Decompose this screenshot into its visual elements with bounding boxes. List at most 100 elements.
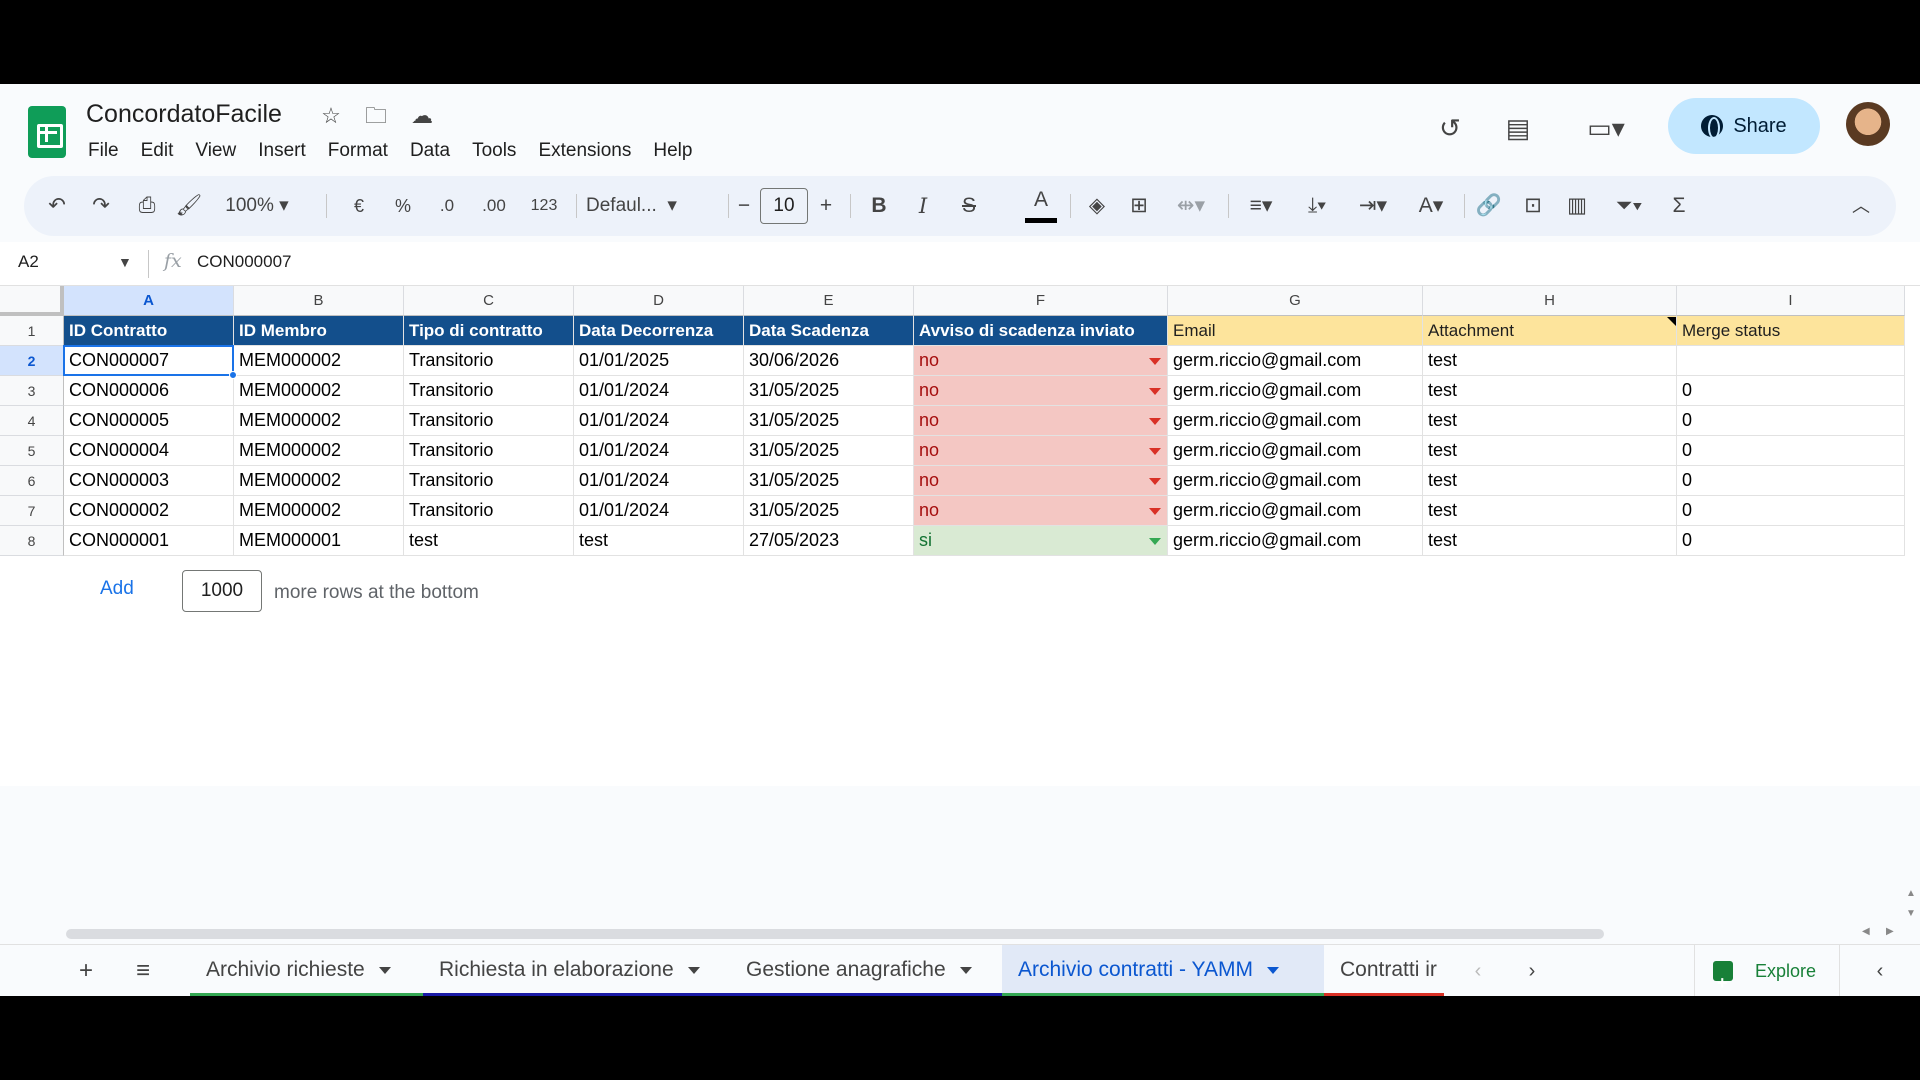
column-header-c[interactable]: C	[404, 286, 574, 316]
functions-button[interactable]: Σ	[1664, 190, 1694, 222]
menu-insert[interactable]: Insert	[247, 138, 317, 164]
table-cell[interactable]: germ.riccio@gmail.com	[1168, 526, 1423, 556]
header-cell[interactable]: ID Membro	[234, 316, 404, 346]
sheet-tab[interactable]: Gestione anagrafiche	[730, 945, 1002, 996]
cloud-status-icon[interactable]: ☁	[408, 102, 436, 130]
text-color-button[interactable]: A	[1024, 184, 1058, 216]
insert-chart-icon[interactable]: ▥	[1560, 190, 1594, 222]
table-cell[interactable]: 01/01/2024	[574, 406, 744, 436]
currency-button[interactable]: €	[344, 190, 374, 222]
table-cell[interactable]: Transitorio	[404, 466, 574, 496]
row-header-6[interactable]: 6	[0, 466, 64, 496]
dropdown-cell[interactable]: no	[914, 406, 1168, 436]
table-cell[interactable]: CON000001	[64, 526, 234, 556]
table-cell[interactable]: MEM000002	[234, 436, 404, 466]
italic-button[interactable]: I	[908, 190, 938, 222]
table-cell[interactable]: test	[1423, 346, 1677, 376]
menu-edit[interactable]: Edit	[130, 138, 185, 164]
font-size-decrease-button[interactable]: −	[732, 190, 756, 222]
font-select[interactable]: Defaul... ▾	[586, 190, 716, 222]
dropdown-arrow-icon[interactable]	[1149, 478, 1161, 485]
table-cell[interactable]: 01/01/2024	[574, 436, 744, 466]
column-header-g[interactable]: G	[1168, 286, 1423, 316]
meet-icon[interactable]: ▭▾	[1578, 110, 1634, 146]
scroll-left-icon[interactable]: ◀	[1862, 926, 1870, 937]
font-size-input[interactable]: 10	[760, 188, 808, 224]
add-rows-count-input[interactable]: 1000	[182, 570, 262, 612]
horizontal-scrollbar[interactable]	[64, 926, 1604, 940]
insert-link-icon[interactable]: 🔗	[1472, 190, 1506, 222]
column-header-e[interactable]: E	[744, 286, 914, 316]
table-cell[interactable]: Transitorio	[404, 376, 574, 406]
add-sheet-icon[interactable]: +	[68, 955, 104, 987]
table-cell[interactable]: CON000003	[64, 466, 234, 496]
sheet-tab[interactable]: Contratti ir	[1324, 945, 1444, 996]
avatar[interactable]	[1846, 102, 1890, 146]
table-cell[interactable]: test	[574, 526, 744, 556]
dropdown-cell[interactable]: no	[914, 376, 1168, 406]
menu-tools[interactable]: Tools	[461, 138, 527, 164]
table-cell[interactable]: CON000005	[64, 406, 234, 436]
table-cell[interactable]: 31/05/2025	[744, 466, 914, 496]
sheet-grid[interactable]: A B C D E F G H I 1 2 3 4 5 6 7 8 ID Contratto ID Membro Ti…	[0, 286, 1920, 786]
dropdown-cell[interactable]: no	[914, 346, 1168, 376]
table-cell[interactable]: 0	[1677, 526, 1905, 556]
vertical-align-icon[interactable]: ⤓▾	[1292, 190, 1342, 222]
table-cell[interactable]: 31/05/2025	[744, 406, 914, 436]
merge-cells-icon[interactable]: ⇹▾	[1166, 190, 1216, 222]
chevron-down-icon[interactable]	[959, 966, 972, 974]
text-rotation-icon[interactable]: A▾	[1406, 190, 1456, 222]
header-cell[interactable]: Tipo di contratto	[404, 316, 574, 346]
sheets-logo[interactable]	[28, 106, 66, 158]
add-rows-button[interactable]: Add	[100, 578, 134, 600]
header-cell[interactable]: Data Scadenza	[744, 316, 914, 346]
table-cell[interactable]: 0	[1677, 496, 1905, 526]
header-cell[interactable]: Merge status	[1677, 316, 1905, 346]
table-cell[interactable]: 0	[1677, 376, 1905, 406]
filter-icon[interactable]: ⏷▾	[1604, 190, 1654, 222]
row-header-8[interactable]: 8	[0, 526, 64, 556]
table-cell[interactable]: CON000002	[64, 496, 234, 526]
horizontal-align-icon[interactable]: ≡▾	[1236, 190, 1286, 222]
dropdown-cell[interactable]: no	[914, 466, 1168, 496]
header-cell[interactable]: ID Contratto	[64, 316, 234, 346]
comments-icon[interactable]: ▤	[1500, 110, 1536, 146]
dropdown-arrow-icon[interactable]	[1149, 508, 1161, 515]
chevron-down-icon[interactable]	[378, 966, 391, 974]
fill-color-icon[interactable]: ◈	[1080, 190, 1114, 222]
decrease-decimal-button[interactable]: .0	[430, 190, 464, 222]
table-cell[interactable]: MEM000002	[234, 376, 404, 406]
chevron-down-icon[interactable]	[1266, 966, 1279, 974]
borders-icon[interactable]: ⊞	[1122, 190, 1156, 222]
dropdown-arrow-icon[interactable]	[1149, 418, 1161, 425]
table-cell[interactable]: germ.riccio@gmail.com	[1168, 376, 1423, 406]
table-cell[interactable]: Transitorio	[404, 346, 574, 376]
table-cell[interactable]	[1677, 346, 1905, 376]
table-cell[interactable]: Transitorio	[404, 496, 574, 526]
sheet-tab[interactable]: Richiesta in elaborazione	[423, 945, 730, 996]
header-cell[interactable]: Data Decorrenza	[574, 316, 744, 346]
select-all-corner[interactable]	[0, 286, 64, 316]
redo-icon[interactable]: ↷	[86, 190, 116, 222]
table-cell[interactable]: germ.riccio@gmail.com	[1168, 436, 1423, 466]
table-cell[interactable]: test	[1423, 436, 1677, 466]
table-cell[interactable]: germ.riccio@gmail.com	[1168, 346, 1423, 376]
row-header-3[interactable]: 3	[0, 376, 64, 406]
table-cell[interactable]: test	[1423, 406, 1677, 436]
header-cell[interactable]: Email	[1168, 316, 1423, 346]
scroll-tabs-right-icon[interactable]: ›	[1514, 955, 1550, 987]
column-header-i[interactable]: I	[1677, 286, 1905, 316]
row-header-5[interactable]: 5	[0, 436, 64, 466]
column-header-f[interactable]: F	[914, 286, 1168, 316]
zoom-select[interactable]: 100% ▾	[222, 190, 292, 222]
table-cell[interactable]: 01/01/2024	[574, 376, 744, 406]
scroll-up-icon[interactable]: ▲	[1906, 888, 1916, 899]
number-format-button[interactable]: 123	[524, 190, 564, 222]
print-icon[interactable]: ⎙	[132, 190, 162, 222]
table-cell[interactable]: 01/01/2024	[574, 496, 744, 526]
table-cell[interactable]: MEM000001	[234, 526, 404, 556]
table-cell[interactable]: germ.riccio@gmail.com	[1168, 466, 1423, 496]
increase-decimal-button[interactable]: .00	[474, 190, 514, 222]
column-header-b[interactable]: B	[234, 286, 404, 316]
bold-button[interactable]: B	[864, 190, 894, 222]
